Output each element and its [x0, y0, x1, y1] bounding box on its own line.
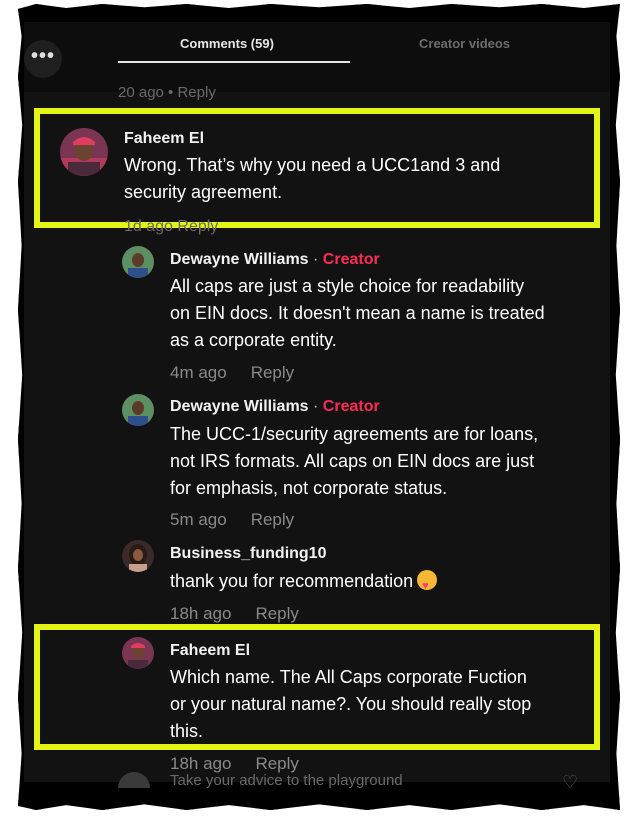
avatar-faheem-el[interactable]	[122, 637, 154, 669]
timestamp: 4m ago	[170, 363, 227, 382]
comment-author-name[interactable]: Business_funding10	[170, 545, 326, 563]
comment-meta: 18h ago Reply	[170, 754, 299, 774]
smiling-face-with-hearts-icon	[417, 570, 438, 600]
avatar-faheem-el[interactable]	[60, 128, 108, 176]
comment-meta: 18h ago Reply	[170, 604, 299, 624]
comment-meta: 5m ago Reply	[170, 510, 294, 530]
tab-creator-videos[interactable]: Creator videos	[419, 36, 510, 51]
reply-button[interactable]: Reply	[251, 510, 294, 529]
comment-text: Which name. The All Caps corporate Fucti…	[170, 667, 532, 741]
comment-text: thank you for recommendation	[170, 568, 438, 600]
comment-text: All caps are just a style choice for rea…	[170, 276, 545, 350]
more-options-button[interactable]: •••	[24, 40, 62, 78]
comment-author-name[interactable]: Faheem El	[124, 130, 204, 148]
comment-author-name[interactable]: Faheem El	[170, 642, 250, 660]
creator-badge: Creator	[322, 251, 380, 268]
timestamp: 18h ago	[170, 604, 232, 623]
tab-comments[interactable]: Comments (59)	[180, 36, 274, 51]
avatar-business-funding10[interactable]	[122, 540, 154, 572]
comment-text: Wrong. That’s why you need a UCC1and 3 a…	[124, 155, 501, 202]
creator-badge: Creator	[322, 398, 380, 415]
avatar-dewayne-williams[interactable]	[122, 246, 154, 278]
top-bar	[24, 22, 610, 92]
reply-button[interactable]: Reply	[255, 604, 298, 623]
heart-outline-icon[interactable]: ♡	[562, 772, 580, 792]
comment-text: The UCC-1/security agreements are for lo…	[170, 424, 539, 498]
timestamp: 5m ago	[170, 510, 227, 529]
reply-button[interactable]: Reply	[255, 754, 298, 773]
active-tab-underline	[118, 61, 350, 63]
timestamp: 18h ago	[170, 754, 232, 773]
avatar-dewayne-williams[interactable]	[122, 394, 154, 426]
reply-button[interactable]: Reply	[251, 363, 294, 382]
faded-comment-bottom: Take your advice to the playground	[170, 772, 403, 789]
comment-author-name[interactable]: Dewayne Williams · Creator	[170, 251, 380, 269]
comment-meta: 4m ago Reply	[170, 363, 294, 383]
faded-meta-1: 1d ago Reply	[124, 218, 219, 235]
faded-meta-top: 20 ago • Reply	[118, 84, 216, 101]
comment-author-name[interactable]: Dewayne Williams · Creator	[170, 398, 380, 416]
